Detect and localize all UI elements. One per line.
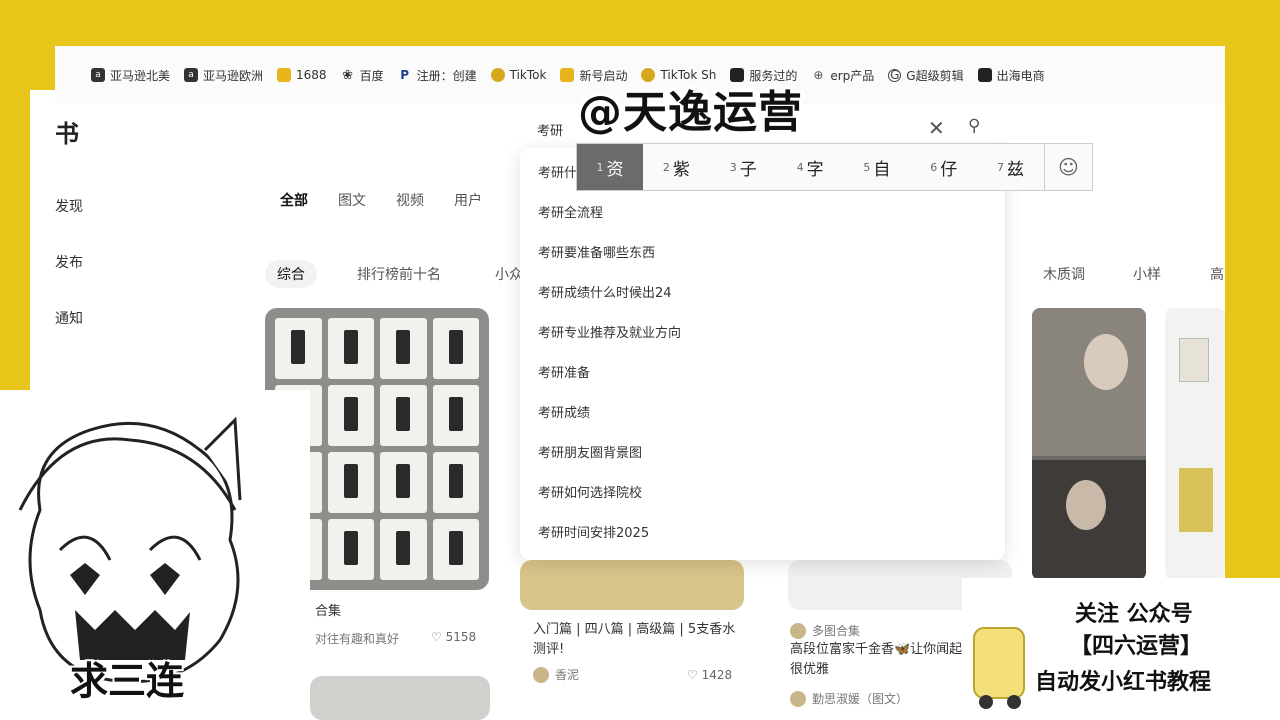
bottle-shape <box>1179 338 1209 382</box>
bottle-thumb <box>432 452 479 513</box>
link-icon: ⊕ <box>813 68 824 82</box>
nav-notifications[interactable]: 通知 <box>55 308 83 328</box>
face-shape <box>1084 334 1128 390</box>
tab-users[interactable]: 用户 <box>454 190 482 210</box>
emoji-icon[interactable]: ☺ <box>1043 144 1092 190</box>
bottle-thumb <box>327 385 374 446</box>
sticker-caption: 求三连 <box>70 659 185 703</box>
watermark: @天逸运营 <box>578 87 803 138</box>
card-title[interactable]: 入门篇 | 四八篇 | 高级篇 | 5支香水测评! <box>533 620 743 660</box>
search-suggestions-dropdown: 考研什 考研全流程 考研要准备哪些东西 考研成绩什么时候出24 考研专业推荐及就… <box>520 148 1005 560</box>
suggestion-item[interactable]: 考研准备 <box>520 354 1005 394</box>
suggestion-item[interactable]: 考研专业推荐及就业方向 <box>520 314 1005 354</box>
face-shape <box>1066 480 1106 530</box>
bottle-thumb <box>275 318 322 379</box>
card-tag: 多图合集 <box>790 622 860 639</box>
bookmark-baidu[interactable]: ❀ 百度 <box>341 67 383 84</box>
card-image-portrait[interactable] <box>1032 308 1146 580</box>
paypal-icon: P <box>400 68 409 82</box>
amazon-icon: a <box>91 68 105 82</box>
filter-chip-comprehensive[interactable]: 综合 <box>265 260 317 288</box>
card-author[interactable]: 对往有趣和真好 <box>315 630 399 647</box>
bottle-shape <box>1179 468 1213 532</box>
ime-candidate[interactable]: 7兹 <box>977 144 1044 190</box>
1688-icon <box>277 68 292 82</box>
folder-icon <box>560 68 575 82</box>
bookmark-super-edit[interactable]: G G超级剪辑 <box>888 67 964 84</box>
search-result-tabs: 全部 图文 视频 用户 <box>280 190 482 210</box>
suggestion-item[interactable]: 考研成绩 <box>520 394 1005 434</box>
avatar <box>533 666 549 683</box>
suggestion-item[interactable]: 考研全流程 <box>520 194 1005 234</box>
suggestion-item[interactable]: 考研如何选择院校 <box>520 474 1005 514</box>
bottle-thumb <box>432 318 479 379</box>
filter-chip-sample[interactable]: 小样 <box>1121 260 1173 288</box>
nav-publish[interactable]: 发布 <box>55 252 83 272</box>
filter-chip-more[interactable]: 高 <box>1198 260 1225 288</box>
bottle-thumb <box>380 519 427 580</box>
card-title[interactable]: 合集 <box>315 602 341 622</box>
filter-chip-ranking[interactable]: 排行榜前十名 <box>345 260 453 288</box>
amazon-icon: a <box>184 68 199 82</box>
ime-candidate[interactable]: 6仔 <box>910 144 977 190</box>
bookmark-overseas[interactable]: 出海电商 <box>977 67 1045 84</box>
bookmark-paypal[interactable]: P 注册：创建 <box>398 67 476 84</box>
bookmark-amazon-eu[interactable]: a 亚马逊欧洲 <box>184 67 263 84</box>
card-author[interactable]: 香泥 <box>533 666 579 683</box>
suggestion-item[interactable]: 考研要准备哪些东西 <box>520 234 1005 274</box>
card-author[interactable]: 勤思淑媛（图文） <box>790 690 908 707</box>
clear-icon[interactable]: ✕ <box>928 116 945 140</box>
ime-candidate-bar: 1资 2紫 3子 4字 5自 6仔 7兹 ☺ <box>576 143 1093 191</box>
bookmark-1688[interactable]: 1688 <box>277 68 327 82</box>
bottle-thumb <box>327 452 374 513</box>
promo-line-follow: 关注 公众号 <box>1075 602 1193 627</box>
avatar <box>790 622 806 639</box>
tiktok-icon <box>490 68 505 82</box>
bottle-thumb <box>380 318 427 379</box>
card-likes[interactable]: ♡ 1428 <box>687 668 732 682</box>
bottle-thumb <box>380 385 427 446</box>
card-image-perfume-review[interactable] <box>520 560 744 610</box>
ime-candidate[interactable]: 3子 <box>710 144 777 190</box>
filter-chip-woody[interactable]: 木质调 <box>1031 260 1097 288</box>
card-image-bottle[interactable] <box>1165 308 1225 580</box>
bookmark-erp[interactable]: ⊕ erp产品 <box>811 67 874 84</box>
avatar <box>790 690 806 707</box>
ime-candidate[interactable]: 5自 <box>843 144 910 190</box>
bottle-thumb <box>432 519 479 580</box>
tab-all[interactable]: 全部 <box>280 190 308 210</box>
g-icon: G <box>888 68 902 82</box>
portrait-photo-top <box>1032 308 1146 456</box>
suggestion-item[interactable]: 考研朋友圈背景图 <box>520 434 1005 474</box>
ime-candidate[interactable]: 2紫 <box>643 144 710 190</box>
ime-candidate[interactable]: 4字 <box>777 144 844 190</box>
bottle-thumb <box>327 519 374 580</box>
tab-video[interactable]: 视频 <box>396 190 424 210</box>
baidu-paw-icon: ❀ <box>342 67 354 83</box>
suggestion-item[interactable]: 考研成绩什么时候出24 <box>520 274 1005 314</box>
promo-line-account: 【四六运营】 <box>1070 634 1203 659</box>
nav-discover[interactable]: 发现 <box>55 196 83 216</box>
promo-line-tutorial: 自动发小红书教程 <box>1035 670 1212 695</box>
card-likes[interactable]: ♡ 5158 <box>431 630 476 644</box>
search-icon[interactable]: ⚲ <box>968 116 980 136</box>
card-image-next[interactable] <box>310 676 490 720</box>
ime-candidate[interactable]: 1资 <box>577 144 643 190</box>
bottle-thumb <box>432 385 479 446</box>
bookmark-amazon-na[interactable]: a 亚马逊北美 <box>91 67 170 84</box>
car-illustration <box>973 627 1025 709</box>
bookmark-tiktok[interactable]: TikTok <box>490 68 546 82</box>
suggestion-item[interactable]: 考研时间安排2025 <box>520 514 1005 554</box>
site-logo[interactable]: 书 <box>55 114 79 149</box>
box-icon <box>977 68 992 82</box>
bottle-thumb <box>380 452 427 513</box>
tab-image-text[interactable]: 图文 <box>338 190 366 210</box>
bottle-thumb <box>327 318 374 379</box>
